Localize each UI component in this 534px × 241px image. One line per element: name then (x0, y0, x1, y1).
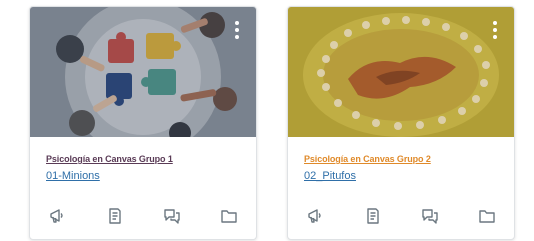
kebab-dot (235, 21, 239, 25)
discussions-icon[interactable] (421, 207, 439, 225)
course-name-link[interactable]: Psicología en Canvas Grupo 2 (304, 154, 498, 164)
announcements-icon[interactable] (48, 207, 66, 225)
assignments-icon[interactable] (106, 207, 124, 225)
course-card-image[interactable] (30, 7, 256, 137)
files-icon[interactable] (478, 207, 496, 225)
course-card-body: Psicología en Canvas Grupo 2 02_Pitufos (288, 137, 514, 182)
card-options-button[interactable] (492, 21, 498, 43)
kebab-dot (235, 28, 239, 32)
kebab-dot (235, 35, 239, 39)
card-options-button[interactable] (234, 21, 240, 43)
course-code-link[interactable]: 01-Minions (46, 170, 240, 182)
course-card-body: Psicología en Canvas Grupo 1 01-Minions (30, 137, 256, 182)
kebab-dot (493, 21, 497, 25)
assignments-icon[interactable] (364, 207, 382, 225)
dancers-circle-image (288, 7, 514, 137)
kebab-dot (493, 28, 497, 32)
discussions-icon[interactable] (163, 207, 181, 225)
course-card-image[interactable] (288, 7, 514, 137)
course-card-1[interactable]: Psicología en Canvas Grupo 1 01-Minions (29, 6, 257, 240)
course-code-link[interactable]: 02_Pitufos (304, 170, 498, 182)
puzzle-hands-image (30, 7, 256, 137)
card-action-bar (288, 207, 514, 225)
card-action-bar (30, 207, 256, 225)
files-icon[interactable] (220, 207, 238, 225)
course-name-link[interactable]: Psicología en Canvas Grupo 1 (46, 154, 240, 164)
kebab-dot (493, 35, 497, 39)
dashboard-cards: Psicología en Canvas Grupo 1 01-Minions (0, 0, 534, 241)
course-card-2[interactable]: Psicología en Canvas Grupo 2 02_Pitufos (287, 6, 515, 240)
announcements-icon[interactable] (306, 207, 324, 225)
